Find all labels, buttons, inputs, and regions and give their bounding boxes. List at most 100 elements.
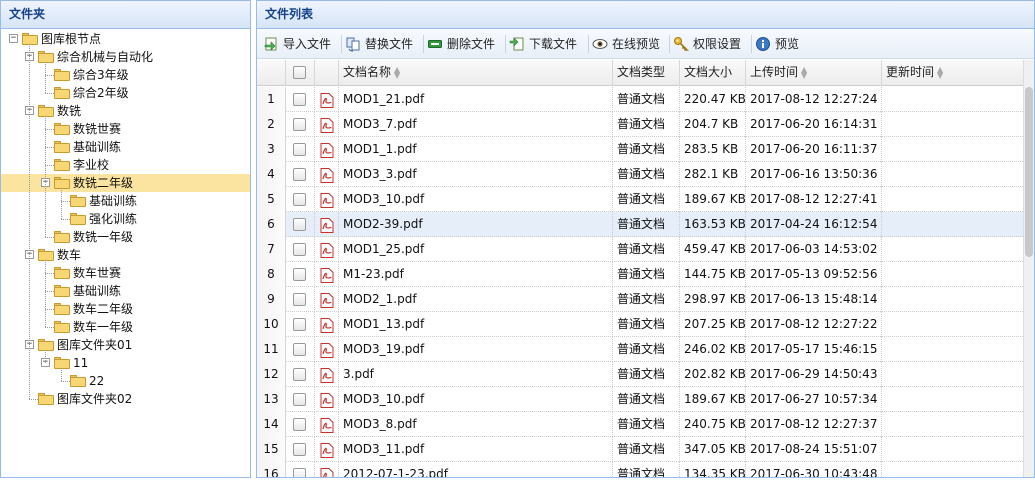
tree-node[interactable]: 基础训练	[1, 282, 250, 300]
table-row[interactable]: 8 M1-23.pdf 普通文档 144.75 KB 2017-05-13 09:52:…	[257, 262, 1025, 287]
table-row[interactable]: 5 MOD3_10.pdf 普通文档 189.67 KB 2017-08-12 12:2…	[257, 187, 1025, 212]
row-checkbox[interactable]	[293, 143, 306, 156]
row-checkbox[interactable]	[293, 293, 306, 306]
table-row[interactable]: 13 MOD3_10.pdf 普通文档 189.67 KB 2017-06-27 10:…	[257, 387, 1025, 412]
row-icon-cell	[315, 237, 339, 262]
doc-size-cell: 163.53 KB	[680, 212, 746, 237]
folder-icon	[38, 249, 54, 261]
update-time-cell	[882, 287, 1025, 312]
tree-node-label: 李业校	[73, 158, 110, 172]
toolbar-button[interactable]: 删除文件	[427, 35, 495, 54]
upload-time-cell: 2017-06-03 14:53:02	[746, 237, 882, 262]
tree-node[interactable]: − 图库根节点	[1, 30, 250, 48]
doc-type-cell: 普通文档	[613, 237, 680, 262]
row-checkbox[interactable]	[293, 368, 306, 381]
row-checkbox[interactable]	[293, 243, 306, 256]
tree-node[interactable]: − 数铣二年级	[1, 174, 250, 192]
folder-icon	[54, 123, 70, 135]
header-upload-time[interactable]: 上传时间 ▲ ▼	[746, 60, 882, 86]
toolbar-button[interactable]: 替换文件	[345, 35, 413, 54]
tree-node[interactable]: 强化训练	[1, 210, 250, 228]
doc-size-cell: 134.35 KB	[680, 462, 746, 477]
doc-type-cell: 普通文档	[613, 312, 680, 337]
tree-node[interactable]: − 综合机械与自动化	[1, 48, 250, 66]
doc-name-cell: M1-23.pdf	[339, 262, 613, 287]
toolbar-button[interactable]: 导入文件	[263, 35, 331, 54]
header-doc-type[interactable]: 文档类型	[613, 60, 680, 86]
header-upload-time-label: 上传时间	[750, 65, 799, 79]
header-doc-name[interactable]: 文档名称 ▲ ▼	[339, 60, 613, 86]
row-checkbox[interactable]	[293, 443, 306, 456]
toolbar-button[interactable]: 预览	[755, 35, 799, 54]
pdf-file-icon	[320, 292, 334, 308]
table-row[interactable]: 4 MOD3_3.pdf 普通文档 282.1 KB 2017-06-16 13:50:…	[257, 162, 1025, 187]
row-checkbox[interactable]	[293, 93, 306, 106]
tree-node[interactable]: 数车世赛	[1, 264, 250, 282]
tree-node[interactable]: 基础训练	[1, 192, 250, 210]
grid-vertical-scrollbar[interactable]	[1023, 60, 1034, 477]
row-checkbox[interactable]	[293, 118, 306, 131]
table-row[interactable]: 10 MOD1_13.pdf 普通文档 207.25 KB 2017-08-12 12:…	[257, 312, 1025, 337]
tree-node[interactable]: 李业校	[1, 156, 250, 174]
table-row[interactable]: 9 MOD2_1.pdf 普通文档 298.97 KB 2017-06-13 15:48…	[257, 287, 1025, 312]
collapse-toggle-icon[interactable]: −	[9, 34, 18, 43]
table-row[interactable]: 2 MOD3_7.pdf 普通文档 204.7 KB 2017-06-20 16:14:…	[257, 112, 1025, 137]
row-number: 1	[257, 87, 286, 112]
doc-name-cell: 2012-07-1-23.pdf	[339, 462, 613, 477]
toolbar-button[interactable]: 在线预览	[592, 35, 660, 54]
table-row[interactable]: 1 MOD1_21.pdf 普通文档 220.47 KB 2017-08-12 12:2…	[257, 87, 1025, 112]
row-checkbox[interactable]	[293, 343, 306, 356]
tree-node[interactable]: 数铣世赛	[1, 120, 250, 138]
table-row[interactable]: 7 MOD1_25.pdf 普通文档 459.47 KB 2017-06-03 14:5…	[257, 237, 1025, 262]
folder-icon	[54, 177, 70, 189]
tree-connector	[45, 350, 46, 363]
tree-node[interactable]: − 数铣	[1, 102, 250, 120]
row-select-cell	[286, 387, 315, 412]
tree-node[interactable]: 综合3年级	[1, 66, 250, 84]
table-row[interactable]: 11 MOD3_19.pdf 普通文档 246.02 KB 2017-05-17 15:…	[257, 337, 1025, 362]
toolbar-button[interactable]: 下载文件	[509, 35, 577, 54]
header-doc-size[interactable]: 文档大小	[680, 60, 746, 86]
table-row[interactable]: 3 MOD1_1.pdf 普通文档 283.5 KB 2017-06-20 16:11:…	[257, 137, 1025, 162]
row-checkbox[interactable]	[293, 393, 306, 406]
update-time-cell	[882, 387, 1025, 412]
table-row[interactable]: 12 3.pdf 普通文档 202.82 KB 2017-06-29 14:50:43	[257, 362, 1025, 387]
doc-name-cell: MOD3_19.pdf	[339, 337, 613, 362]
row-checkbox[interactable]	[293, 318, 306, 331]
scrollbar-thumb[interactable]	[1025, 87, 1033, 257]
tree-connector	[45, 237, 54, 238]
tree-node[interactable]: 22	[1, 372, 250, 390]
tree-node[interactable]: − 图库文件夹01	[1, 336, 250, 354]
row-checkbox[interactable]	[293, 468, 306, 477]
tree-node[interactable]: 数铣一年级	[1, 228, 250, 246]
row-checkbox[interactable]	[293, 218, 306, 231]
pdf-file-icon	[320, 242, 334, 258]
upload-time-cell: 2017-08-24 15:51:07	[746, 437, 882, 462]
tree-node[interactable]: − 数车	[1, 246, 250, 264]
doc-size-cell: 202.82 KB	[680, 362, 746, 387]
upload-time-cell: 2017-06-20 16:14:31	[746, 112, 882, 137]
tree-node[interactable]: −11	[1, 354, 250, 372]
header-update-time[interactable]: 更新时间 ▲ ▼	[882, 60, 1025, 86]
file-grid-body: 1 MOD1_21.pdf 普通文档 220.47 KB 2017-08-12 12:2…	[257, 87, 1025, 477]
table-row[interactable]: 16 2012-07-1-23.pdf 普通文档 134.35 KB 2017-06-3…	[257, 462, 1025, 477]
row-checkbox[interactable]	[293, 268, 306, 281]
tree-node[interactable]: 图库文件夹02	[1, 390, 250, 408]
toolbar-button-label: 权限设置	[693, 37, 742, 51]
table-row[interactable]: 15 MOD3_11.pdf 普通文档 347.05 KB 2017-08-24 15:…	[257, 437, 1025, 462]
pdf-file-icon	[320, 92, 334, 108]
toolbar-button[interactable]: 权限设置	[673, 35, 741, 54]
row-checkbox[interactable]	[293, 168, 306, 181]
table-row[interactable]: 6 MOD2-39.pdf 普通文档 163.53 KB 2017-04-24 16:1…	[257, 212, 1025, 237]
doc-type-cell: 普通文档	[613, 287, 680, 312]
tree-node[interactable]: 基础训练	[1, 138, 250, 156]
toolbar-separator	[341, 35, 342, 53]
tree-node[interactable]: 综合2年级	[1, 84, 250, 102]
tree-node[interactable]: 数车一年级	[1, 318, 250, 336]
select-all-checkbox[interactable]	[293, 66, 306, 79]
row-checkbox[interactable]	[293, 193, 306, 206]
row-checkbox[interactable]	[293, 418, 306, 431]
table-row[interactable]: 14 MOD3_8.pdf 普通文档 240.75 KB 2017-08-12 12:2…	[257, 412, 1025, 437]
tree-node[interactable]: 数车二年级	[1, 300, 250, 318]
folder-icon	[54, 285, 70, 297]
